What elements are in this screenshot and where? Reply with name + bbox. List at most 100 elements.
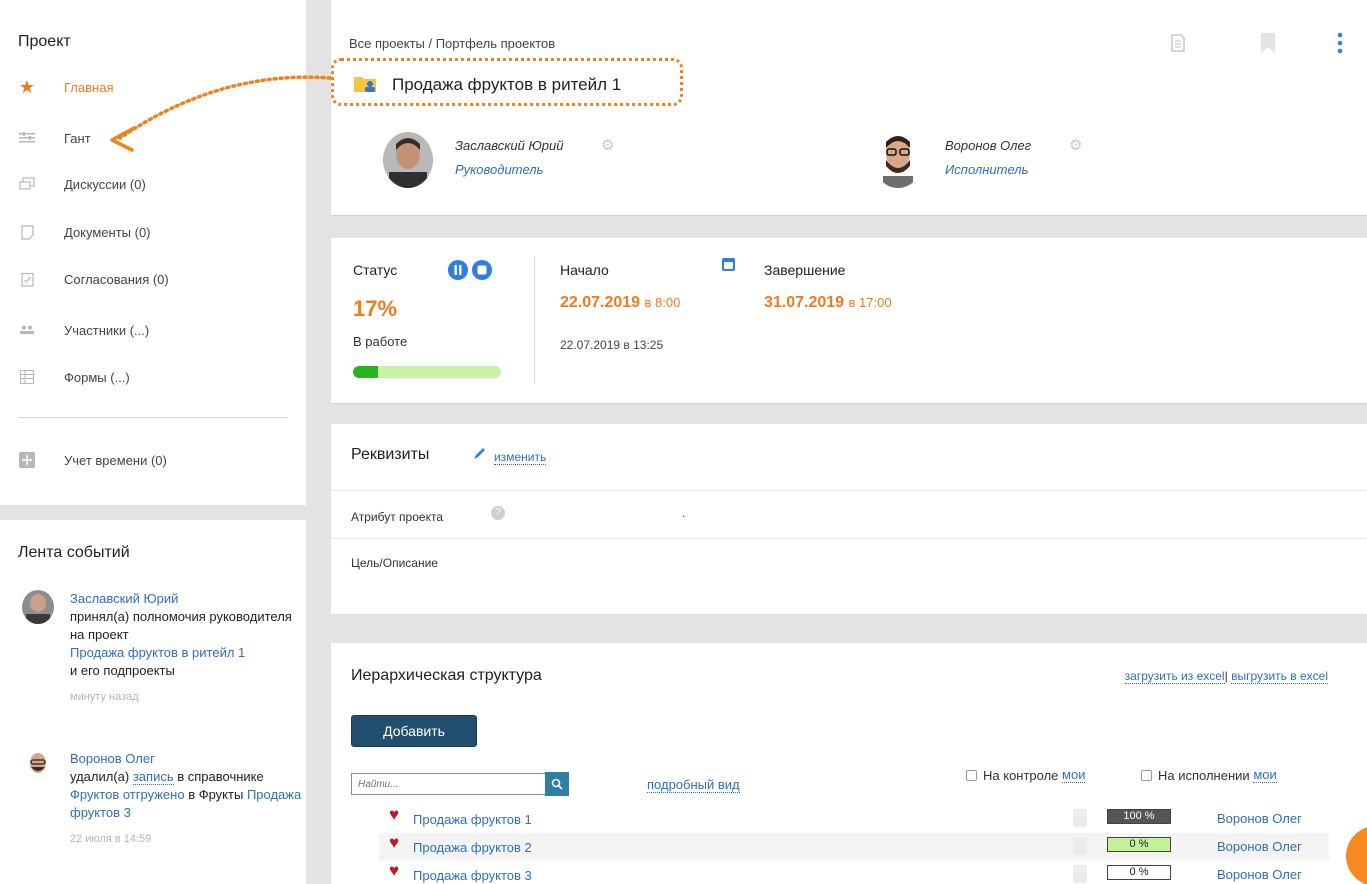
sidebar-item-label: Учет времени (0) <box>64 452 167 468</box>
sidebar-item-forms[interactable]: Формы (...) <box>18 365 130 389</box>
avatar <box>22 590 54 624</box>
sidebar-item-label: Участники (...) <box>64 322 150 338</box>
participants-icon <box>18 321 36 339</box>
table-row[interactable]: ♥ Продажа фруктов 3 0 % Воронов Олег <box>379 861 1329 884</box>
task-percent: 0 % <box>1107 865 1171 880</box>
assignee-link[interactable]: Воронов Олег <box>1217 811 1302 826</box>
stop-button[interactable] <box>472 260 492 280</box>
excel-separator: | <box>1224 669 1228 683</box>
breadcrumb[interactable]: Все проекты / Портфель проектов <box>349 36 555 51</box>
heart-icon: ♥ <box>389 861 400 880</box>
flag-icon[interactable] <box>1073 865 1087 883</box>
sidebar-item-label: Гант <box>64 130 91 146</box>
sidebar-item-time-tracking[interactable]: Учет времени (0) <box>18 448 167 472</box>
avatar <box>22 750 54 784</box>
assignee-link[interactable]: Воронов Олег <box>1217 839 1302 854</box>
flag-icon[interactable] <box>1073 809 1087 827</box>
sidebar-item-documents[interactable]: Документы (0) <box>18 220 151 244</box>
avatar <box>383 132 433 188</box>
end-label: Завершение <box>764 262 846 278</box>
execution-filter: На исполнении мои <box>1141 767 1277 783</box>
feed-dictionary-link[interactable]: Фруктов отгружено <box>70 787 185 802</box>
feed-in-text: в Фрукты <box>188 787 244 802</box>
gear-icon[interactable]: ⚙ <box>1069 136 1082 154</box>
sidebar: Проект ★ Главная Гант Дискуссии (0) Доку… <box>0 0 306 884</box>
feed-project-link[interactable]: Продажа фруктов в ритейл 1 <box>70 645 245 660</box>
table-row[interactable]: ♥ Продажа фруктов 2 0 % Воронов Олег <box>379 833 1329 861</box>
sidebar-item-participants[interactable]: Участники (...) <box>18 318 149 342</box>
edit-requisites-link[interactable]: изменить <box>494 450 547 465</box>
start-date-value: 22.07.2019 <box>560 294 641 311</box>
requisites-panel: Реквизиты изменить Атрибут проекта ? . Ц… <box>331 424 1367 614</box>
heart-icon: ♥ <box>389 805 400 824</box>
nav-divider <box>18 417 288 418</box>
executor-name: Воронов Олег <box>945 138 1032 153</box>
feed-action: удалил(а) <box>70 769 130 784</box>
task-link[interactable]: Продажа фруктов 3 <box>413 868 532 883</box>
pencil-icon[interactable] <box>473 446 487 464</box>
manager-role-link[interactable]: Руководитель <box>455 162 543 177</box>
discussion-icon <box>18 175 36 193</box>
sidebar-item-main[interactable]: ★ Главная <box>18 75 114 99</box>
hierarchy-title: Иерархическая структура <box>351 667 542 684</box>
feed-user-link[interactable]: Заславский Юрий <box>70 591 178 606</box>
project-header: Все проекты / Портфель проектов Продажа … <box>331 0 1367 216</box>
gear-icon[interactable]: ⚙ <box>601 136 614 154</box>
help-icon[interactable]: ? <box>491 506 505 520</box>
approval-icon <box>18 270 36 288</box>
feed-text: Воронов Олег удалил(а) запись в справочн… <box>70 750 302 848</box>
control-checkbox[interactable] <box>966 769 977 781</box>
execution-checkbox[interactable] <box>1141 769 1152 781</box>
more-menu-icon[interactable] <box>1329 30 1351 56</box>
pause-button[interactable] <box>448 260 468 280</box>
project-executor: Воронов Олег ⚙ Исполнитель <box>873 132 1273 188</box>
table-row[interactable]: ♥ Продажа фруктов 1 100 % Воронов Олег <box>379 805 1329 833</box>
start-date: 22.07.2019 в 8:00 <box>560 294 680 312</box>
start-time-value: в 8:00 <box>644 295 681 310</box>
actual-start: 22.07.2019 в 13:25 <box>560 338 664 352</box>
add-button[interactable]: Добавить <box>351 715 477 747</box>
feed-tail: и его подпроекты <box>70 663 175 678</box>
execution-label: На исполнении <box>1158 767 1250 783</box>
status-progress-fill <box>353 366 379 378</box>
assignee-link[interactable]: Воронов Олег <box>1217 867 1302 882</box>
star-icon: ★ <box>18 76 36 97</box>
document-icon <box>18 223 36 241</box>
sidebar-item-label: Формы (...) <box>64 369 130 385</box>
project-folder-icon <box>354 75 378 93</box>
end-date-value: 31.07.2019 <box>764 294 845 311</box>
control-filter: На контроле мои <box>966 767 1086 783</box>
search-input[interactable] <box>351 773 546 795</box>
hierarchy-panel: Иерархическая структура загрузить из exc… <box>331 643 1367 884</box>
divider <box>331 538 1367 539</box>
goal-label: Цель/Описание <box>351 556 438 570</box>
heart-icon: ♥ <box>389 833 400 852</box>
execution-mine-link[interactable]: мои <box>1253 767 1277 783</box>
sidebar-item-discussions[interactable]: Дискуссии (0) <box>18 172 146 196</box>
status-state: В работе <box>353 334 408 349</box>
task-link[interactable]: Продажа фруктов 1 <box>413 812 532 827</box>
project-nav: Проект ★ Главная Гант Дискуссии (0) Доку… <box>0 0 306 505</box>
status-progress-bar <box>353 366 501 378</box>
report-icon[interactable] <box>1167 30 1189 56</box>
page-title: Продажа фруктов в ритейл 1 <box>392 75 622 94</box>
nav-title: Проект <box>18 33 71 50</box>
search-button[interactable] <box>545 772 569 796</box>
sidebar-item-approvals[interactable]: Согласования (0) <box>18 267 169 291</box>
calendar-icon[interactable] <box>722 258 735 271</box>
executor-role-link[interactable]: Исполнитель <box>945 162 1028 177</box>
sidebar-item-label: Согласования (0) <box>64 271 169 287</box>
start-label: Начало <box>560 262 609 278</box>
export-excel-link[interactable]: выгрузить в excel <box>1231 669 1328 684</box>
bookmark-icon[interactable] <box>1257 30 1279 56</box>
feed-record-link[interactable]: запись <box>132 769 174 785</box>
sidebar-item-gantt[interactable]: Гант <box>18 126 91 150</box>
control-mine-link[interactable]: мои <box>1062 767 1086 783</box>
detail-view-link[interactable]: подробный вид <box>647 777 740 793</box>
flag-icon[interactable] <box>1073 837 1087 855</box>
feed-user-link[interactable]: Воронов Олег <box>70 751 155 766</box>
task-link[interactable]: Продажа фруктов 2 <box>413 840 532 855</box>
load-excel-link[interactable]: загрузить из excel <box>1124 669 1225 684</box>
time-tracking-icon <box>18 451 36 469</box>
divider <box>534 256 535 384</box>
